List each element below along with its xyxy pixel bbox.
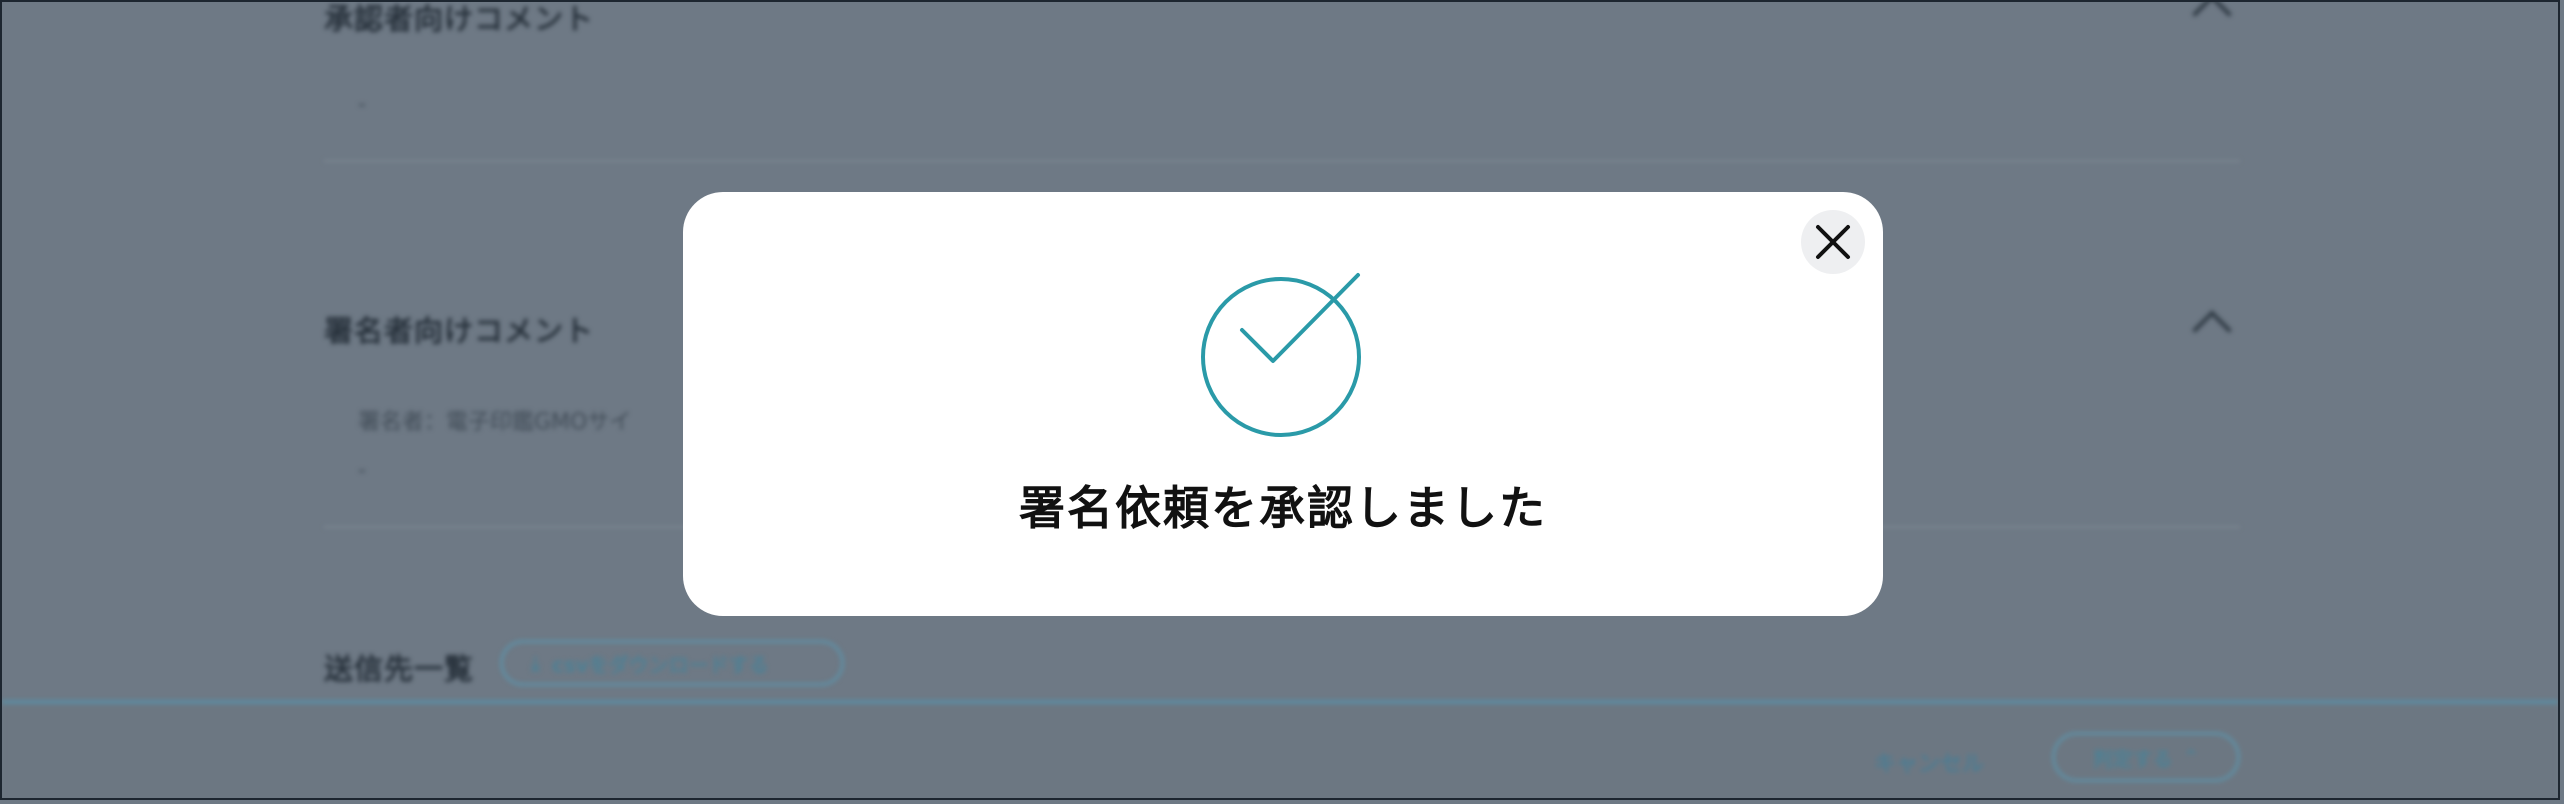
download-icon: ⤓ — [531, 651, 540, 675]
collapse-approver-comment-chevron-icon[interactable] — [2192, 2, 2232, 34]
close-button[interactable] — [1801, 210, 1865, 274]
cancel-button[interactable]: キャンセル — [1874, 746, 1984, 778]
divider — [324, 160, 2240, 162]
close-icon — [1816, 225, 1850, 259]
collapse-signer-comment-chevron-icon[interactable] — [2192, 310, 2232, 350]
signer-comment-signer: 署名者：電子印鑑GMOサイ — [358, 410, 632, 435]
judge-button[interactable]: 判定する ⌃ — [2052, 732, 2240, 782]
signer-comment-body: - — [358, 458, 366, 483]
chevron-up-icon: ⌃ — [2182, 745, 2200, 769]
approver-comment-body: - — [358, 92, 366, 117]
csv-download-label: csvをダウンロードする — [551, 652, 769, 677]
footer-bar: キャンセル 判定する ⌃ — [2, 700, 2558, 798]
approval-complete-modal: 署名依頼を承認しました — [683, 192, 1883, 616]
recipients-title: 送信先一覧 — [324, 652, 475, 686]
page-frame: 承認者向けコメント - 署名者向けコメント 署名者：電子印鑑GMOサイ - 送信… — [0, 0, 2560, 800]
approver-comment-title: 承認者向けコメント — [324, 2, 595, 36]
check-circle-icon — [1201, 273, 1361, 437]
signer-comment-title: 署名者向けコメント — [324, 314, 595, 348]
modal-message: 署名依頼を承認しました — [1019, 481, 1547, 535]
csv-download-button[interactable]: ⤓ csvをダウンロードする — [500, 640, 844, 686]
judge-label: 判定する — [2092, 746, 2173, 771]
